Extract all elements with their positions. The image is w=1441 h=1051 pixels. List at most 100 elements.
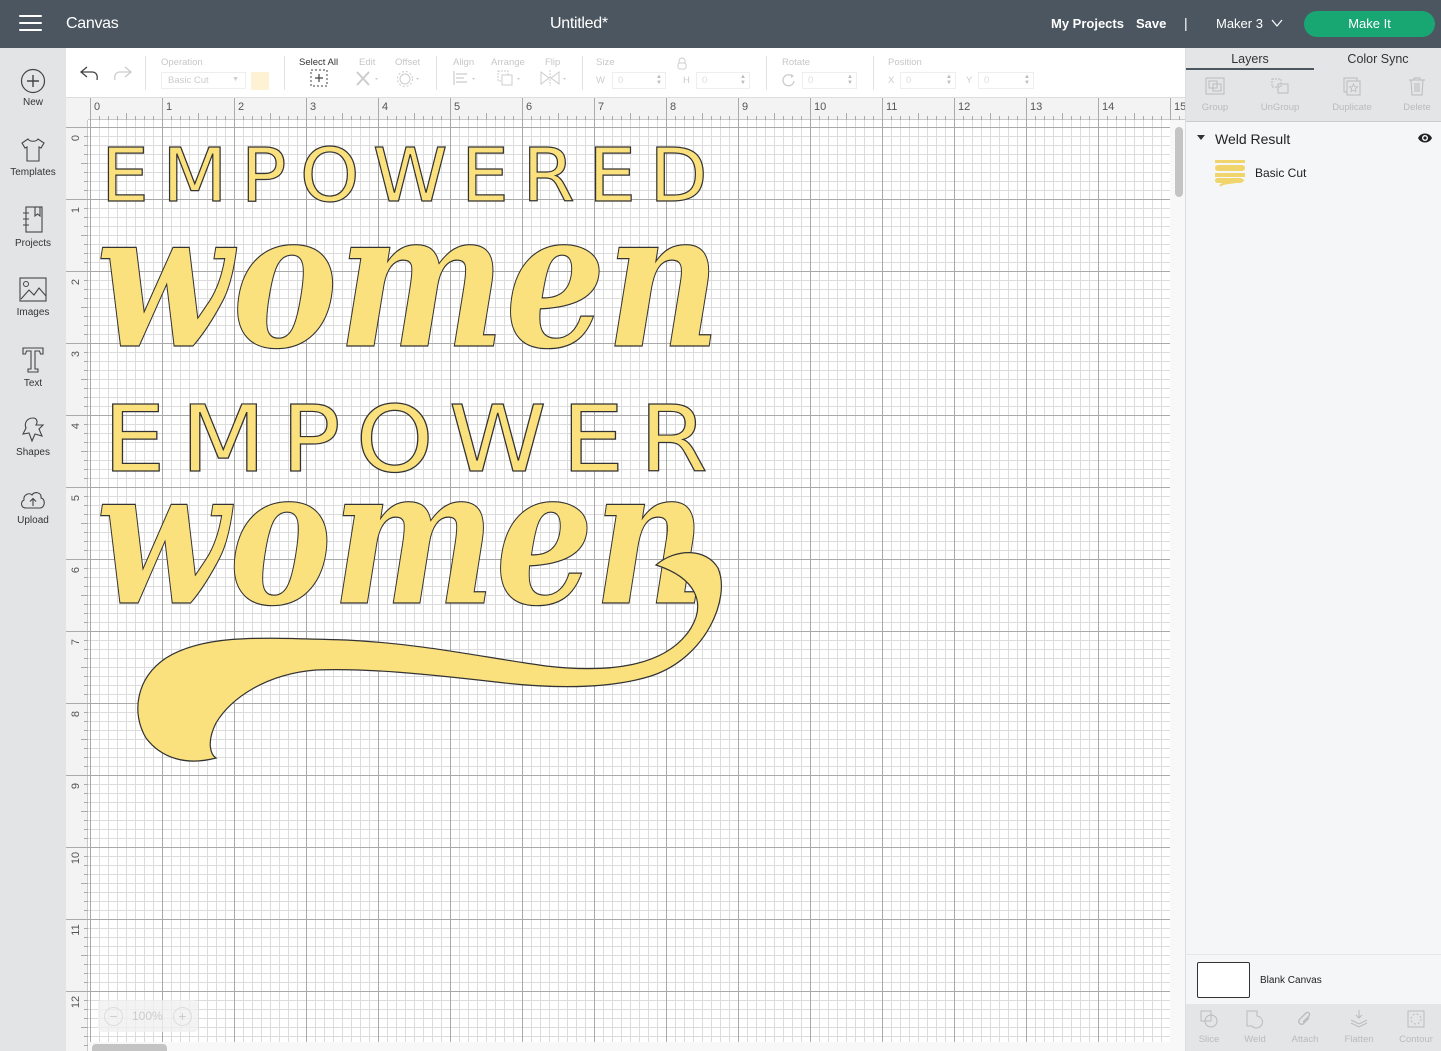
- group-label: Group: [1201, 102, 1229, 113]
- text-t-icon: [22, 347, 44, 373]
- sidebar-item-label: Shapes: [16, 447, 50, 458]
- flip-icon[interactable]: [539, 69, 569, 87]
- width-value: 0: [618, 75, 624, 86]
- y-label: Y: [966, 75, 973, 86]
- delete-label: Delete: [1403, 102, 1431, 113]
- save-button[interactable]: Save: [1136, 16, 1166, 31]
- vertical-scrollbar[interactable]: [1175, 127, 1183, 197]
- offset-label: Offset: [395, 57, 421, 68]
- design-canvas[interactable]: 0 1 2 3 4 5 6 7 8 9 10 11 12 13 14 15 0 1 2 3 4 5 6 7 8 9 10 11 12 …: [66, 98, 1185, 1051]
- color-swatch[interactable]: [251, 72, 269, 90]
- rotate-input[interactable]: 0 ▲ ▼: [802, 72, 857, 89]
- weld-button[interactable]: Weld: [1230, 1009, 1280, 1045]
- layer-group-weld-result[interactable]: Weld Result: [1186, 128, 1441, 150]
- edit-scissors-icon[interactable]: [355, 69, 381, 87]
- flatten-button[interactable]: Flatten: [1334, 1009, 1384, 1045]
- contour-icon: [1407, 1010, 1425, 1028]
- align-icon[interactable]: [452, 69, 478, 87]
- contour-label: Contour: [1399, 1034, 1433, 1045]
- duplicate-icon: [1343, 77, 1361, 96]
- select-all-icon[interactable]: [310, 69, 328, 87]
- attach-button[interactable]: Attach: [1280, 1009, 1330, 1045]
- sidebar-item-images[interactable]: Images: [0, 276, 66, 336]
- panel-tabs: Layers Color Sync: [1186, 48, 1441, 70]
- app-title: Canvas: [66, 15, 119, 32]
- cloud-upload-icon: [21, 492, 45, 509]
- undo-icon[interactable]: [79, 64, 101, 82]
- machine-selector[interactable]: Maker 3: [1216, 16, 1263, 31]
- width-label: W: [596, 75, 605, 86]
- hamburger-menu-icon[interactable]: [19, 15, 42, 33]
- delete-button[interactable]: Delete: [1385, 76, 1441, 113]
- weld-result-artwork[interactable]: EMPOWERED women EMPOWER women: [66, 98, 1185, 1051]
- horizontal-scrollbar[interactable]: [92, 1044, 167, 1051]
- shapes-icon: [22, 417, 45, 443]
- tab-layers[interactable]: Layers: [1186, 48, 1314, 70]
- y-position-input[interactable]: 0 ▲ ▼: [978, 72, 1034, 89]
- operation-label: Operation: [161, 57, 203, 68]
- my-projects-link[interactable]: My Projects: [1051, 16, 1124, 31]
- group-button[interactable]: Group: [1183, 76, 1247, 113]
- ungroup-button[interactable]: UnGroup: [1248, 76, 1312, 113]
- select-all-label: Select All: [299, 57, 339, 68]
- layer-name: Basic Cut: [1255, 166, 1307, 180]
- edit-label: Edit: [359, 57, 376, 68]
- sidebar-item-label: New: [22, 97, 43, 108]
- rotate-label: Rotate: [782, 57, 810, 68]
- sidebar-item-label: Images: [16, 307, 50, 318]
- x-value: 0: [906, 75, 912, 86]
- sidebar-item-upload[interactable]: Upload: [0, 488, 66, 548]
- divider: |: [1184, 15, 1188, 31]
- group-icon: [1205, 77, 1225, 95]
- flatten-icon: [1350, 1010, 1368, 1028]
- blank-canvas-row: Blank Canvas: [1186, 955, 1441, 1004]
- sidebar-item-label: Templates: [10, 167, 56, 178]
- make-it-button[interactable]: Make It: [1304, 11, 1435, 37]
- zoom-level: 100%: [132, 1009, 163, 1023]
- sidebar-item-label: Upload: [17, 515, 49, 526]
- zoom-in-button[interactable]: +: [173, 1007, 192, 1026]
- artwork-line-women-1: women: [96, 168, 721, 391]
- arrange-icon[interactable]: [496, 69, 524, 87]
- attach-label: Attach: [1291, 1034, 1319, 1045]
- lock-icon[interactable]: [676, 57, 688, 70]
- visibility-eye-icon[interactable]: [1417, 132, 1433, 144]
- left-sidebar: New Templates Projects Images Text Shape…: [0, 48, 66, 1051]
- blank-canvas-thumbnail[interactable]: [1197, 962, 1250, 998]
- layer-thumbnail: [1215, 160, 1245, 187]
- x-label: X: [888, 75, 895, 86]
- slice-icon: [1200, 1010, 1218, 1028]
- duplicate-button[interactable]: Duplicate: [1320, 76, 1384, 113]
- layer-group-name: Weld Result: [1215, 131, 1291, 147]
- sidebar-item-text[interactable]: Text: [0, 345, 66, 405]
- tab-color-sync[interactable]: Color Sync: [1314, 48, 1441, 70]
- operation-select[interactable]: Basic Cut ▼: [161, 72, 246, 89]
- tshirt-icon: [21, 138, 45, 162]
- contour-button[interactable]: Contour: [1391, 1009, 1441, 1045]
- chevron-down-icon[interactable]: [1270, 16, 1284, 30]
- slice-label: Slice: [1198, 1034, 1220, 1045]
- redo-icon[interactable]: [111, 64, 133, 82]
- collapse-triangle-icon[interactable]: [1197, 135, 1205, 140]
- sidebar-item-templates[interactable]: Templates: [0, 136, 66, 196]
- sidebar-item-label: Projects: [14, 238, 52, 249]
- artwork-line-women-2: women: [96, 425, 706, 648]
- sidebar-item-projects[interactable]: Projects: [0, 205, 66, 265]
- document-title[interactable]: Untitled*: [550, 15, 608, 33]
- height-input[interactable]: 0 ▲ ▼: [696, 72, 750, 89]
- offset-icon[interactable]: [396, 69, 422, 87]
- blank-canvas-label: Blank Canvas: [1260, 975, 1322, 986]
- y-value: 0: [984, 75, 990, 86]
- rotate-value: 0: [808, 75, 814, 86]
- layer-item[interactable]: Basic Cut: [1186, 154, 1441, 190]
- zoom-out-button[interactable]: −: [104, 1007, 123, 1026]
- slice-button[interactable]: Slice: [1184, 1009, 1234, 1045]
- trash-icon: [1409, 77, 1425, 96]
- zoom-control: − 100% +: [98, 1000, 198, 1032]
- layer-actions: Group UnGroup Duplicate Delete: [1186, 70, 1441, 122]
- edit-toolbar: Operation Basic Cut ▼ Select All Edit Off…: [66, 48, 1185, 98]
- width-input[interactable]: 0 ▲ ▼: [612, 72, 666, 89]
- sidebar-item-shapes[interactable]: Shapes: [0, 414, 66, 474]
- sidebar-item-new[interactable]: New: [0, 68, 66, 128]
- x-position-input[interactable]: 0 ▲ ▼: [900, 72, 956, 89]
